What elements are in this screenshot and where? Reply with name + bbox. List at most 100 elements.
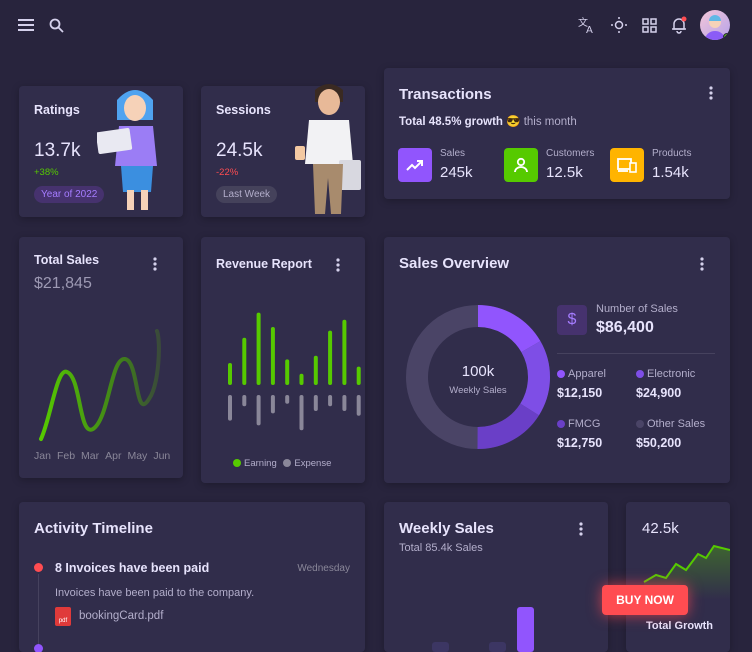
revenue-legend: Earning Expense bbox=[233, 458, 331, 469]
ratings-title: Ratings bbox=[34, 103, 80, 117]
user-avatar[interactable] bbox=[700, 10, 730, 40]
sessions-value: 24.5k bbox=[216, 140, 263, 161]
weekly-sales-card: Weekly Sales Total 85.4k Sales bbox=[384, 502, 608, 652]
overview-item-other: Other Sales $50,200 bbox=[636, 418, 705, 450]
timeline-item-desc: Invoices have been paid to the company. bbox=[55, 587, 255, 599]
apparel-label: Apparel bbox=[568, 368, 606, 380]
stat-products-value: 1.54k bbox=[652, 164, 689, 181]
total-sales-title: Total Sales bbox=[34, 253, 100, 267]
sessions-change: -22% bbox=[216, 167, 239, 178]
month-label: Feb bbox=[56, 450, 76, 462]
revenue-more-icon[interactable] bbox=[331, 256, 345, 274]
earning-legend-dot bbox=[233, 459, 241, 467]
activity-timeline-card: Activity Timeline 8 Invoices have been p… bbox=[19, 502, 365, 652]
timeline-item-time: Wednesday bbox=[297, 563, 350, 574]
apparel-value: $12,150 bbox=[557, 386, 603, 400]
other-value: $50,200 bbox=[636, 436, 682, 450]
number-of-sales-label: Number of Sales bbox=[596, 303, 678, 315]
ratings-change: +38% bbox=[34, 167, 59, 178]
total-sales-wave bbox=[39, 329, 161, 441]
transactions-growth-bold: Total 48.5% growth bbox=[399, 116, 503, 128]
sessions-illustration bbox=[295, 84, 361, 214]
number-of-sales-value: $86,400 bbox=[596, 319, 654, 336]
menu-icon[interactable] bbox=[15, 14, 37, 36]
electronic-dot bbox=[636, 370, 644, 378]
legend-earning: Earning bbox=[244, 458, 277, 469]
revenue-report-card: Revenue Report Earning Expense bbox=[201, 237, 365, 483]
sales-overview-title: Sales Overview bbox=[399, 255, 510, 272]
stat-sales-value: 245k bbox=[440, 164, 473, 181]
weekly-bar bbox=[432, 642, 449, 652]
weekly-bar bbox=[517, 607, 534, 652]
sales-overview-card: Sales Overview 100k Weekly Sales $ Numbe… bbox=[384, 237, 730, 483]
sales-overview-more-icon[interactable] bbox=[695, 255, 709, 273]
legend-expense: Expense bbox=[294, 458, 332, 469]
transactions-title: Transactions bbox=[399, 86, 492, 103]
ratings-card: Ratings 13.7k +38% Year of 2022 bbox=[19, 86, 183, 217]
expense-legend-dot bbox=[283, 459, 292, 467]
electronic-label: Electronic bbox=[647, 368, 696, 380]
ratings-value: 13.7k bbox=[34, 140, 81, 161]
sunglasses-emoji-icon: 😎 bbox=[506, 116, 521, 128]
growth-value: 42.5k bbox=[642, 520, 679, 537]
total-sales-value: $21,845 bbox=[34, 275, 92, 292]
month-label: Apr bbox=[105, 450, 122, 462]
other-dot bbox=[636, 420, 644, 428]
notifications-bell-icon[interactable] bbox=[668, 14, 690, 36]
apparel-dot bbox=[557, 370, 565, 378]
weekly-sales-bars bbox=[432, 607, 534, 652]
svg-text:A: A bbox=[586, 25, 593, 34]
search-icon[interactable] bbox=[45, 14, 67, 36]
ratings-period-chip: Year of 2022 bbox=[34, 186, 105, 203]
revenue-bar-chart bbox=[228, 312, 361, 431]
pdf-icon-text: pdf bbox=[58, 618, 68, 624]
timeline-title: Activity Timeline bbox=[34, 520, 153, 537]
weekly-bar bbox=[489, 642, 506, 652]
sessions-title: Sessions bbox=[216, 103, 271, 117]
translate-icon[interactable]: 文A bbox=[576, 14, 598, 36]
month-label: Jun bbox=[153, 450, 171, 462]
transactions-growth-rest: this month bbox=[523, 116, 577, 128]
sales-overview-divider bbox=[557, 353, 715, 354]
transactions-card: Transactions Total 48.5% growth 😎 this m… bbox=[384, 68, 730, 199]
stat-products-label: Products bbox=[652, 148, 692, 159]
donut-center-label: Weekly Sales bbox=[449, 385, 507, 396]
timeline-dot-red bbox=[34, 563, 43, 572]
growth-label: Total Growth bbox=[646, 620, 714, 632]
sessions-card: Sessions 24.5k -22% Last Week bbox=[201, 84, 365, 217]
overview-item-fmcg: FMCG $12,750 bbox=[557, 418, 602, 450]
timeline-dot-purple bbox=[34, 644, 43, 652]
sessions-period-chip: Last Week bbox=[216, 186, 278, 203]
pdf-file-icon[interactable]: pdf bbox=[55, 607, 71, 626]
timeline-item-title: 8 Invoices have been paid bbox=[55, 561, 210, 575]
timeline-file-name[interactable]: bookingCard.pdf bbox=[79, 610, 163, 622]
donut-center-value: 100k bbox=[461, 363, 495, 380]
shortcuts-grid-icon[interactable] bbox=[638, 14, 660, 36]
overview-item-apparel: Apparel $12,150 bbox=[557, 368, 606, 400]
devices-icon bbox=[610, 148, 644, 182]
theme-sun-icon[interactable] bbox=[608, 14, 630, 36]
stat-customers-label: Customers bbox=[546, 148, 595, 159]
buy-now-button[interactable]: BUY NOW bbox=[602, 585, 688, 615]
overview-item-electronic: Electronic $24,900 bbox=[636, 368, 695, 400]
month-label: May bbox=[127, 450, 148, 462]
revenue-title: Revenue Report bbox=[216, 257, 312, 271]
trending-up-icon bbox=[398, 148, 432, 182]
fmcg-dot bbox=[557, 420, 565, 428]
stat-sales-label: Sales bbox=[440, 148, 466, 159]
month-label: Mar bbox=[81, 450, 100, 462]
month-label: Jan bbox=[34, 450, 51, 462]
dollar-icon: $ bbox=[557, 305, 587, 335]
fmcg-label: FMCG bbox=[568, 418, 601, 430]
total-sales-more-icon[interactable] bbox=[148, 255, 162, 273]
account-icon bbox=[504, 148, 538, 182]
transactions-more-icon[interactable] bbox=[704, 84, 718, 102]
total-sales-card: Total Sales $21,845 Jan Feb Mar Apr May … bbox=[19, 237, 183, 478]
fmcg-value: $12,750 bbox=[557, 436, 603, 450]
ratings-illustration bbox=[97, 90, 157, 210]
transactions-growth: Total 48.5% growth 😎 this month bbox=[399, 114, 577, 128]
online-status-dot bbox=[723, 33, 730, 40]
other-label: Other Sales bbox=[647, 418, 706, 430]
total-sales-months: Jan Feb Mar Apr May Jun bbox=[34, 450, 170, 462]
electronic-value: $24,900 bbox=[636, 386, 682, 400]
